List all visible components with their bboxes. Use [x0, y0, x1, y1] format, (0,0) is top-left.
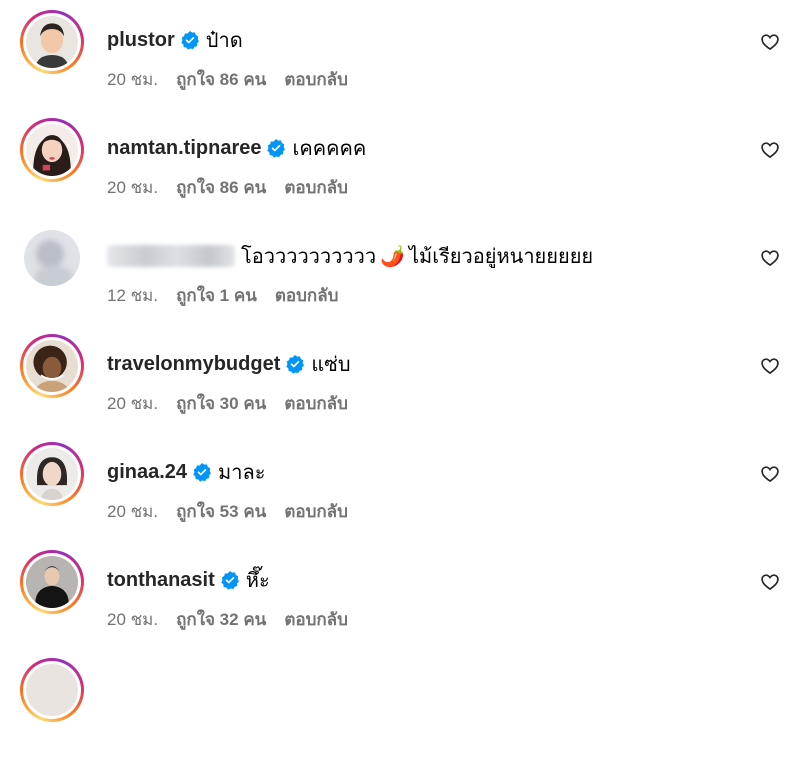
likes-count[interactable]: ถูกใจ 53 คน — [176, 498, 266, 525]
avatar[interactable] — [20, 10, 84, 74]
comment-time[interactable]: 20 ชม. — [107, 174, 158, 201]
username-redacted[interactable] — [107, 245, 235, 267]
username-link[interactable]: ginaa.24 — [107, 461, 187, 484]
verified-badge-icon — [181, 31, 199, 50]
avatar-photo-blurred — [24, 230, 80, 286]
avatar-photo — [26, 16, 78, 68]
comment-item: ginaa.24 มาละ 20 ชม. ถูกใจ 53 คน ตอบกลับ — [0, 442, 800, 542]
username-link[interactable]: travelonmybudget — [107, 353, 280, 376]
comment-body: tonthanasit หึ๊ะ — [107, 566, 270, 594]
verified-badge-icon — [286, 355, 305, 374]
avatar-photo — [26, 340, 78, 392]
comment-item: travelonmybudget แซ่บ 20 ชม. ถูกใจ 30 คน… — [0, 334, 800, 434]
comment-text-continued: ไม้เรียวอยู่หนายยยยย — [408, 246, 594, 268]
heart-outline-icon[interactable] — [760, 464, 780, 484]
avatar[interactable] — [20, 550, 84, 614]
comment-text: แซ่บ — [311, 354, 351, 376]
reply-button[interactable]: ตอบกลับ — [284, 390, 348, 417]
likes-count[interactable]: ถูกใจ 32 คน — [176, 606, 266, 633]
comment-body: โอวววววววววว 🌶️ ไม้เรียวอยู่หนายยยยย — [107, 242, 593, 270]
comment-time[interactable]: 12 ชม. — [107, 282, 158, 309]
avatar-photo — [26, 448, 78, 500]
likes-count[interactable]: ถูกใจ 86 คน — [176, 66, 266, 93]
likes-count[interactable]: ถูกใจ 1 คน — [176, 282, 257, 309]
comment-meta: 20 ชม. ถูกใจ 53 คน ตอบกลับ — [107, 498, 348, 525]
avatar[interactable] — [20, 442, 84, 506]
comment-text: เคคคคค — [292, 138, 367, 160]
avatar-photo — [26, 664, 78, 716]
verified-badge-icon — [193, 463, 211, 482]
username-link[interactable]: plustor — [107, 29, 175, 52]
verified-badge-icon — [221, 571, 239, 590]
comment-body: travelonmybudget แซ่บ — [107, 350, 351, 378]
comment-body: plustor ป๋าด — [107, 26, 243, 54]
comment-item: โอวววววววววว 🌶️ ไม้เรียวอยู่หนายยยยย 12 … — [0, 226, 800, 326]
username-link[interactable]: tonthanasit — [107, 569, 215, 592]
comment-time[interactable]: 20 ชม. — [107, 498, 158, 525]
verified-badge-icon — [267, 139, 286, 158]
comment-meta: 20 ชม. ถูกใจ 86 คน ตอบกลับ — [107, 174, 348, 201]
comment-item: namtan.tipnaree เคคคคค 20 ชม. ถูกใจ 86 ค… — [0, 118, 800, 218]
comment-meta: 20 ชม. ถูกใจ 30 คน ตอบกลับ — [107, 390, 348, 417]
avatar-photo — [26, 124, 78, 176]
comment-body: namtan.tipnaree เคคคคค — [107, 134, 366, 162]
heart-outline-icon[interactable] — [760, 572, 780, 592]
heart-outline-icon[interactable] — [760, 32, 780, 52]
heart-outline-icon[interactable] — [760, 248, 780, 268]
comment-text: มาละ — [218, 462, 266, 484]
avatar[interactable] — [20, 334, 84, 398]
comment-time[interactable]: 20 ชม. — [107, 606, 158, 633]
heart-outline-icon[interactable] — [760, 356, 780, 376]
likes-count[interactable]: ถูกใจ 30 คน — [176, 390, 266, 417]
avatar[interactable] — [20, 658, 84, 722]
comment-meta: 20 ชม. ถูกใจ 86 คน ตอบกลับ — [107, 66, 348, 93]
comment-meta: 12 ชม. ถูกใจ 1 คน ตอบกลับ — [107, 282, 338, 309]
reply-button[interactable]: ตอบกลับ — [284, 66, 348, 93]
comment-item-partial — [0, 658, 800, 758]
comment-text: หึ๊ะ — [245, 570, 270, 592]
comment-time[interactable]: 20 ชม. — [107, 390, 158, 417]
likes-count[interactable]: ถูกใจ 86 คน — [176, 174, 266, 201]
reply-button[interactable]: ตอบกลับ — [284, 174, 348, 201]
comment-item: plustor ป๋าด 20 ชม. ถูกใจ 86 คน ตอบกลับ — [0, 10, 800, 110]
reply-button[interactable]: ตอบกลับ — [284, 606, 348, 633]
comment-item: tonthanasit หึ๊ะ 20 ชม. ถูกใจ 32 คน ตอบก… — [0, 550, 800, 650]
avatar[interactable] — [20, 226, 84, 290]
comment-text: โอวววววววววว — [241, 246, 377, 268]
avatar-photo — [26, 556, 78, 608]
reply-button[interactable]: ตอบกลับ — [284, 498, 348, 525]
heart-outline-icon[interactable] — [760, 140, 780, 160]
avatar[interactable] — [20, 118, 84, 182]
username-link[interactable]: namtan.tipnaree — [107, 137, 261, 160]
comment-text: ป๋าด — [205, 30, 243, 52]
comment-time[interactable]: 20 ชม. — [107, 66, 158, 93]
chili-emoji: 🌶️ — [380, 245, 405, 268]
comment-body: ginaa.24 มาละ — [107, 458, 265, 486]
comment-meta: 20 ชม. ถูกใจ 32 คน ตอบกลับ — [107, 606, 348, 633]
reply-button[interactable]: ตอบกลับ — [275, 282, 339, 309]
